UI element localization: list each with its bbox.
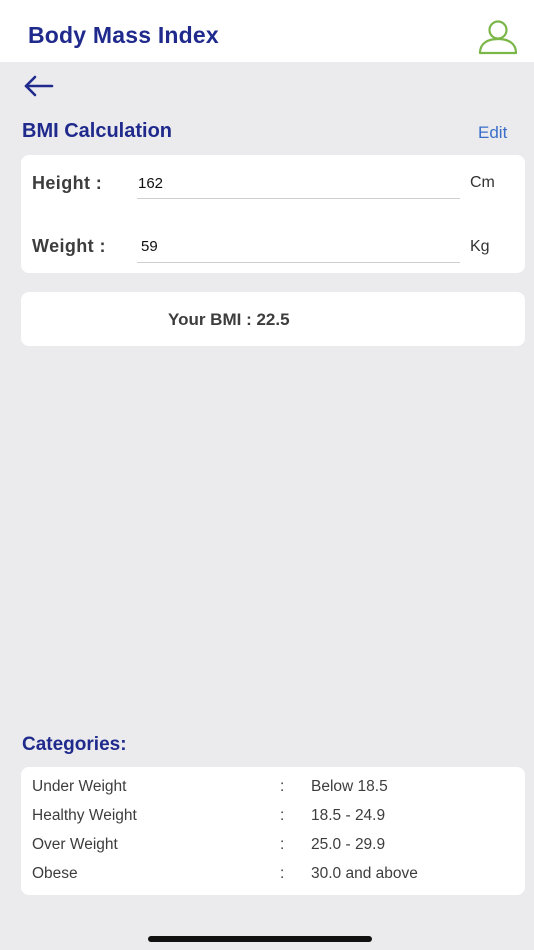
- user-profile-icon[interactable]: [476, 18, 520, 56]
- category-separator: :: [280, 778, 285, 795]
- categories-title: Categories:: [22, 734, 127, 755]
- measurements-card: Height : 162 Cm Weight : 59 Kg: [21, 155, 525, 273]
- category-name: Obese: [32, 865, 78, 882]
- category-row-obese: Obese : 30.0 and above: [21, 863, 525, 887]
- bmi-result-text: Your BMI : 22.5: [168, 310, 290, 329]
- height-input[interactable]: 162: [138, 175, 163, 192]
- weight-input-underline: [137, 262, 460, 263]
- category-row-healthy: Healthy Weight : 18.5 - 24.9: [21, 805, 525, 829]
- category-range: 18.5 - 24.9: [311, 807, 386, 824]
- category-range: 30.0 and above: [311, 865, 418, 882]
- category-name: Healthy Weight: [32, 807, 137, 824]
- weight-input[interactable]: 59: [141, 238, 158, 255]
- category-range: 25.0 - 29.9: [311, 836, 386, 853]
- home-indicator[interactable]: [148, 936, 372, 942]
- category-name: Over Weight: [32, 836, 118, 853]
- category-separator: :: [280, 836, 285, 853]
- category-separator: :: [280, 865, 285, 882]
- bmi-result-card: Your BMI : 22.5: [21, 292, 525, 346]
- height-label: Height :: [32, 173, 103, 193]
- category-separator: :: [280, 807, 285, 824]
- app-title: Body Mass Index: [28, 22, 219, 48]
- height-unit: Cm: [470, 174, 495, 191]
- weight-unit: Kg: [470, 238, 490, 255]
- category-row-underweight: Under Weight : Below 18.5: [21, 776, 525, 800]
- weight-label: Weight :: [32, 236, 106, 256]
- category-range: Below 18.5: [311, 778, 388, 795]
- height-input-underline: [137, 198, 460, 199]
- edit-button[interactable]: Edit: [478, 123, 507, 143]
- app-header: Body Mass Index: [0, 0, 534, 62]
- back-arrow-icon[interactable]: [22, 72, 56, 100]
- category-row-overweight: Over Weight : 25.0 - 29.9: [21, 834, 525, 858]
- bmi-calculation-title: BMI Calculation: [22, 120, 173, 142]
- categories-card: Under Weight : Below 18.5 Healthy Weight…: [21, 767, 525, 895]
- category-name: Under Weight: [32, 778, 127, 795]
